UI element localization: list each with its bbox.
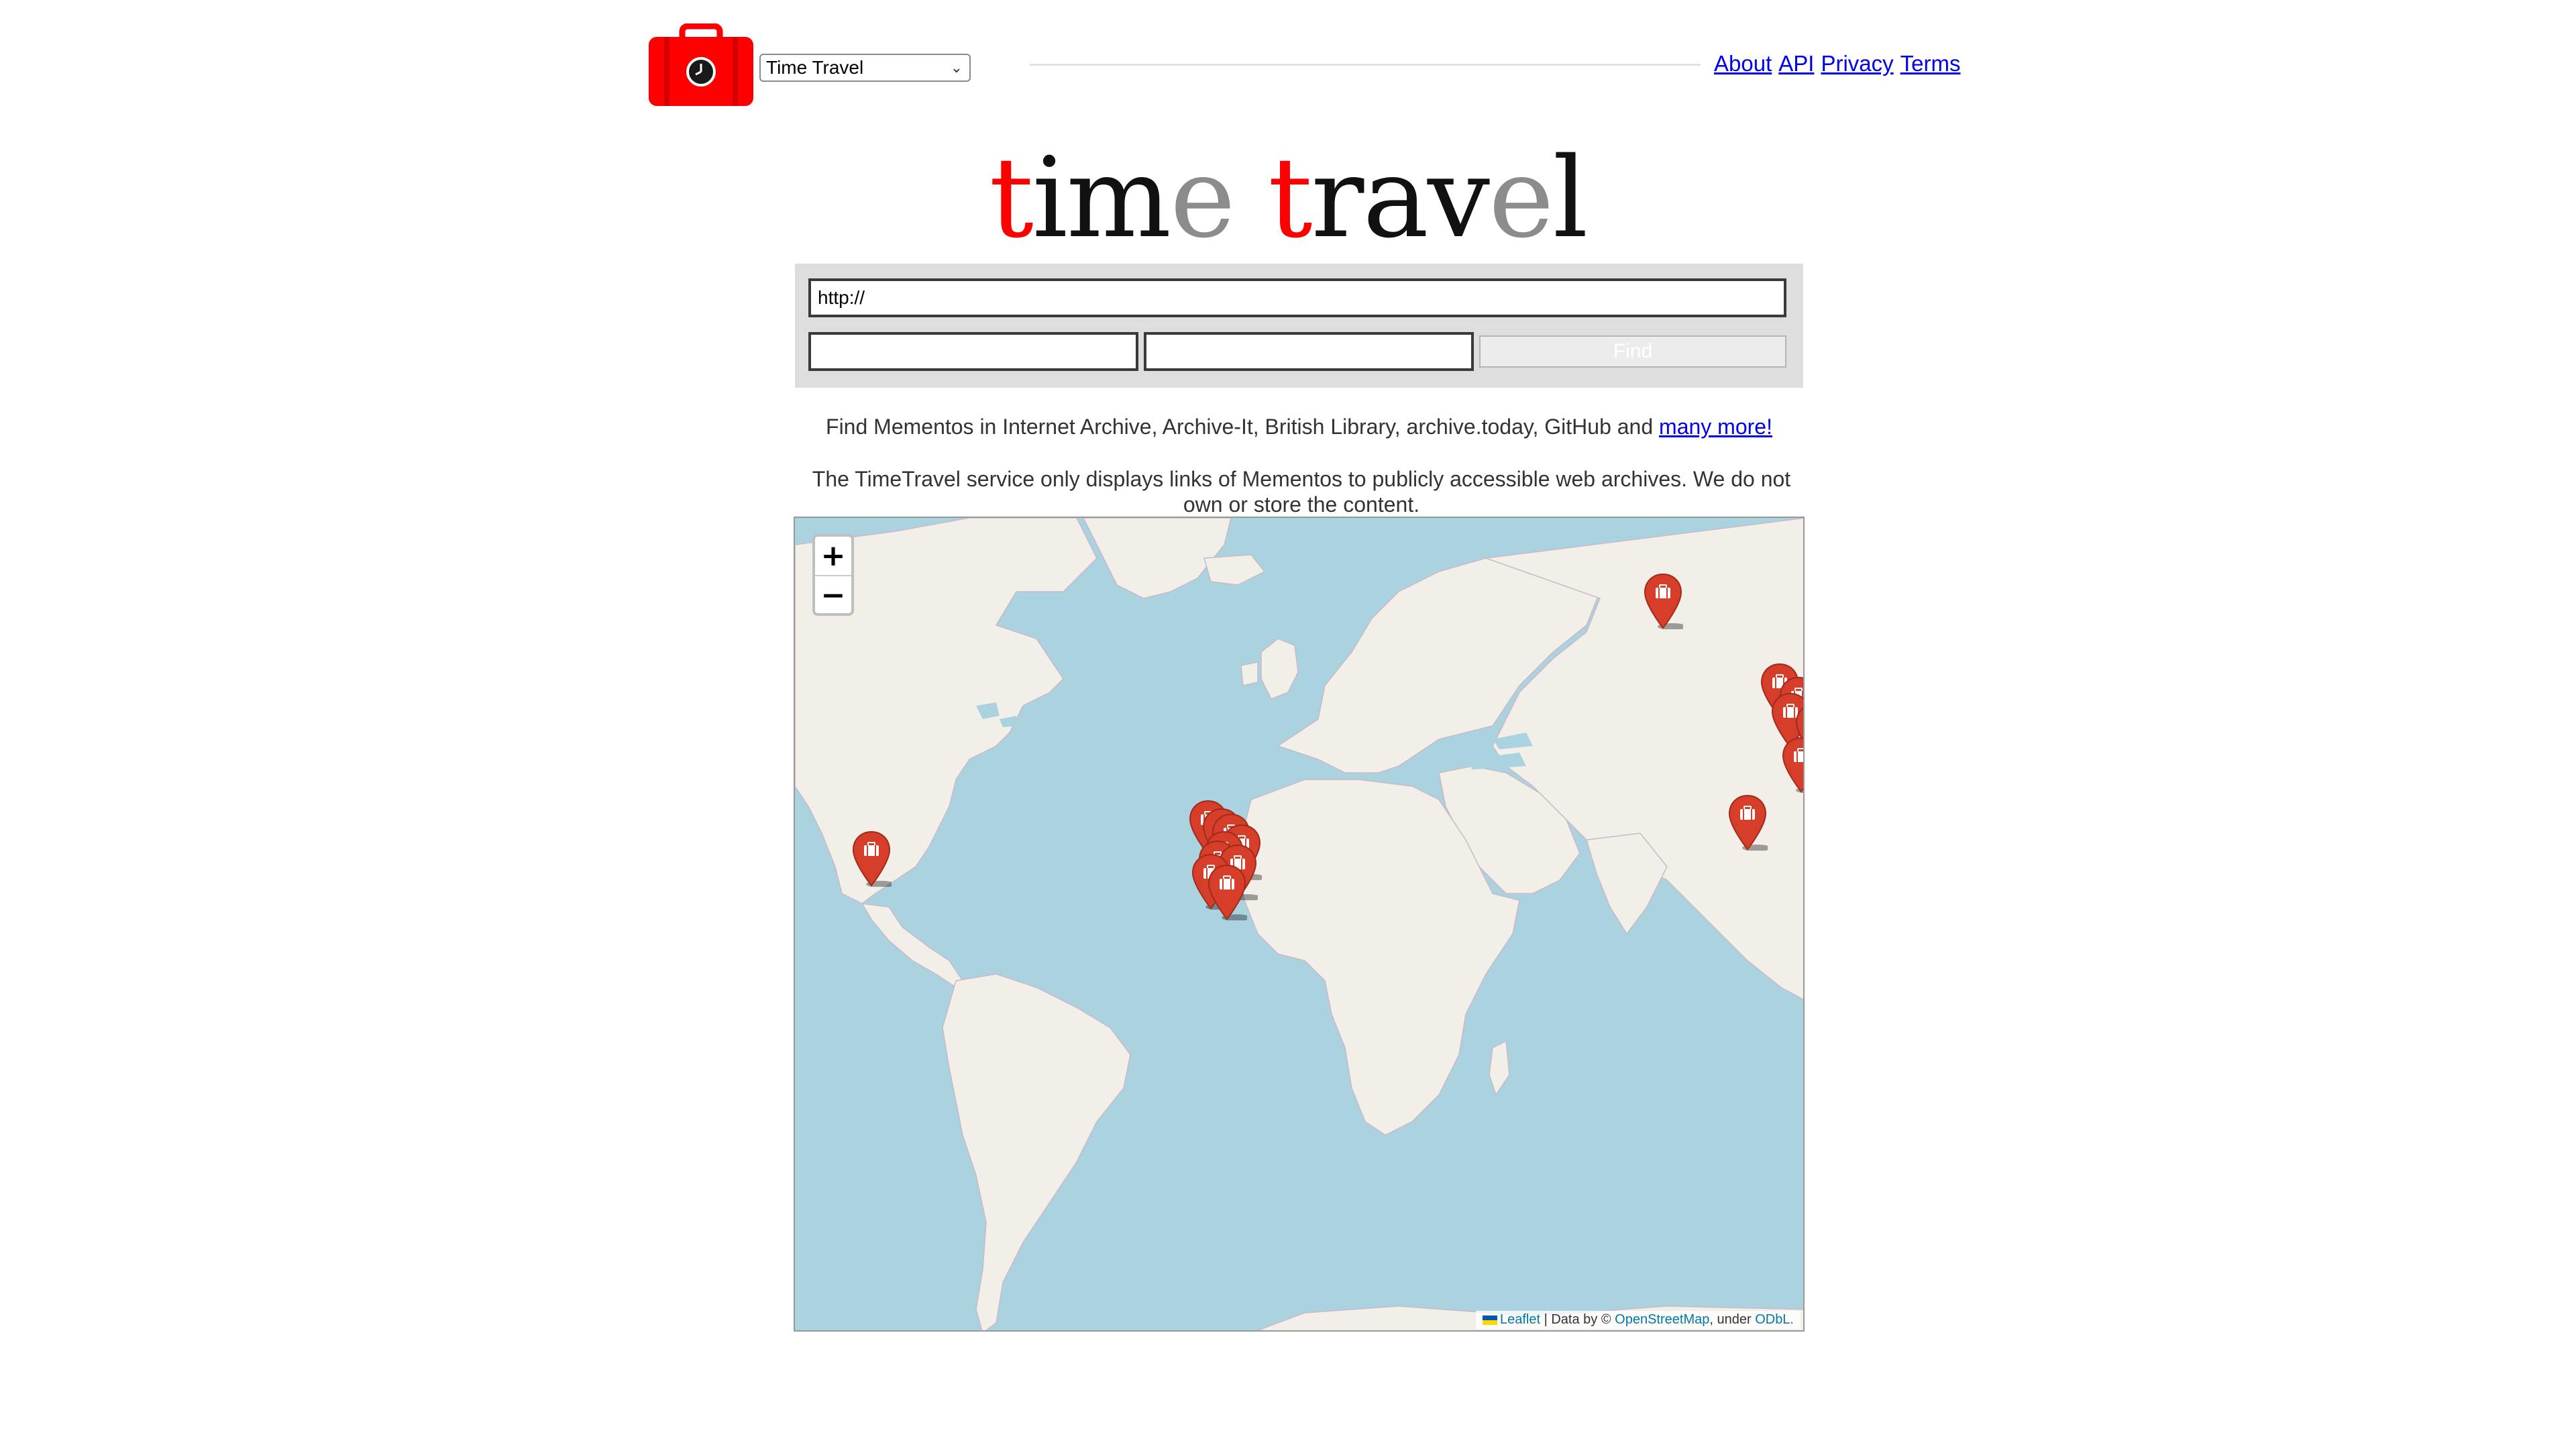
world-map-tiles[interactable]: [795, 518, 1805, 1332]
title-letter: e: [1170, 133, 1236, 262]
title-letter: e: [1489, 133, 1554, 262]
leaflet-link[interactable]: Leaflet: [1500, 1312, 1540, 1327]
description-archives: Find Mementos in Internet Archive, Archi…: [826, 415, 1772, 439]
title-letter: [1234, 133, 1268, 262]
url-input[interactable]: http://: [808, 278, 1786, 317]
archive-marker-icon[interactable]: [1207, 864, 1251, 921]
suitcase-logo-icon[interactable]: [647, 23, 755, 107]
title-letter: r: [1311, 133, 1364, 262]
url-input-value: http://: [818, 287, 865, 308]
nav-privacy-link[interactable]: Privacy: [1821, 51, 1893, 76]
zoom-out-button[interactable]: −: [815, 576, 851, 614]
service-select-value: Time Travel: [766, 57, 864, 78]
zoom-in-button[interactable]: +: [815, 537, 851, 576]
page: Time Travel ⌄ About API Privacy Terms ti…: [0, 0, 2576, 1449]
nav-terms-link[interactable]: Terms: [1900, 51, 1961, 76]
openstreetmap-link[interactable]: OpenStreetMap: [1615, 1312, 1709, 1327]
description-disclaimer: The TimeTravel service only displays lin…: [812, 467, 1791, 517]
service-select[interactable]: Time Travel ⌄: [759, 54, 971, 82]
many-more-link[interactable]: many more!: [1659, 415, 1772, 439]
header-divider: [1030, 64, 1701, 66]
ukraine-flag-icon: [1482, 1315, 1497, 1325]
title-letter: m: [1066, 133, 1171, 262]
page-title: time travel: [0, 134, 2576, 262]
nav-api-link[interactable]: API: [1778, 51, 1814, 76]
archive-map[interactable]: + − Leaflet | Data by © OpenStreetMap, u…: [794, 517, 1805, 1332]
nav-about-link[interactable]: About: [1714, 51, 1772, 76]
archive-marker-icon[interactable]: [1727, 794, 1772, 851]
chevron-down-icon: ⌄: [950, 59, 963, 76]
title-letter: t: [1268, 133, 1312, 262]
title-letter: a: [1362, 133, 1428, 262]
search-form: http:// Find: [795, 264, 1803, 388]
archive-marker-icon[interactable]: [851, 830, 896, 888]
time-input[interactable]: [1144, 332, 1474, 371]
title-letter: t: [989, 133, 1034, 262]
top-nav: About API Privacy Terms: [1714, 51, 1960, 76]
title-letter: v: [1427, 133, 1490, 262]
archive-marker-icon[interactable]: [1781, 737, 1803, 794]
archive-marker-icon[interactable]: [1643, 573, 1687, 630]
odbl-link[interactable]: ODbL.: [1755, 1312, 1794, 1327]
title-letter: l: [1552, 133, 1589, 262]
map-attribution: Leaflet | Data by © OpenStreetMap, under…: [1475, 1311, 1801, 1329]
title-letter: i: [1032, 133, 1068, 262]
date-input[interactable]: [808, 332, 1138, 371]
find-button[interactable]: Find: [1479, 335, 1786, 368]
zoom-control: + −: [812, 534, 854, 616]
